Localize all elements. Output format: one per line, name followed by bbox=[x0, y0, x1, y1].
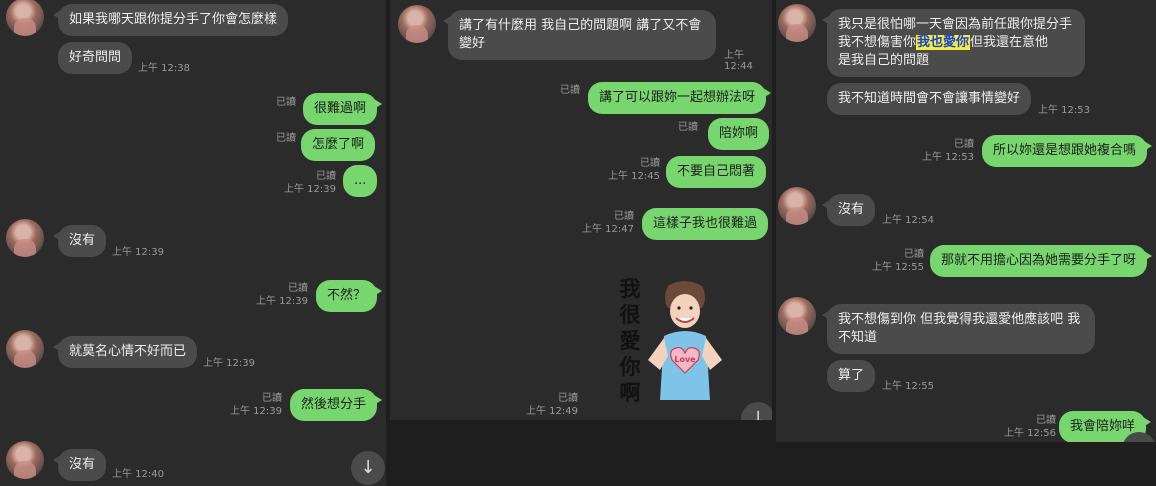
timestamp: 上午 12:39 bbox=[284, 184, 336, 195]
incoming-message[interactable]: 如果我哪天跟你提分手了你會怎麼樣 bbox=[52, 4, 289, 36]
read-label: 已讀 bbox=[316, 171, 336, 182]
read-label: 已讀 bbox=[1036, 415, 1056, 426]
contact-avatar[interactable] bbox=[398, 5, 436, 43]
read-receipt: 已讀上午 12:55 bbox=[864, 248, 924, 274]
timestamp: 上午 12:39 bbox=[112, 247, 164, 258]
scroll-to-bottom-button[interactable]: ↓ bbox=[351, 451, 385, 485]
contact-avatar[interactable] bbox=[6, 219, 44, 257]
timestamp: 上午 12:54 bbox=[882, 215, 934, 226]
contact-avatar[interactable] bbox=[778, 4, 816, 42]
panel-gap bbox=[776, 442, 1156, 486]
read-receipt: 已讀上午 12:39 bbox=[220, 392, 282, 418]
timestamp: 上午 12:53 bbox=[1038, 105, 1090, 116]
read-receipt: 已讀上午 12:56 bbox=[996, 414, 1056, 440]
incoming-message[interactable]: 我不知道時間會不會讓事情變好 bbox=[827, 83, 1032, 115]
read-label: 已讀 bbox=[954, 139, 974, 150]
timestamp: 上午 12:49 bbox=[526, 406, 578, 417]
sticker-char: 我 bbox=[620, 278, 641, 301]
timestamp: 上午 12:39 bbox=[230, 406, 282, 417]
read-receipt: 已讀上午 12:39 bbox=[246, 282, 308, 308]
sticker-char: 你 bbox=[619, 354, 641, 379]
outgoing-message[interactable]: 很難過啊 bbox=[303, 93, 383, 125]
read-receipt: 已讀上午 12:53 bbox=[914, 138, 974, 164]
timestamp: 上午 12:45 bbox=[608, 171, 660, 182]
read-receipt: 已讀上午 12:39 bbox=[274, 170, 336, 196]
read-receipt: 已讀 bbox=[262, 132, 296, 145]
read-label: 已讀 bbox=[904, 249, 924, 260]
incoming-message[interactable]: 沒有 bbox=[52, 449, 107, 481]
message-text: 但我還在意他 bbox=[970, 35, 1049, 50]
chat-panel-1[interactable]: 如果我哪天跟你提分手了你會怎麼樣 好奇問問 上午 12:38 已讀 很難過啊 已… bbox=[0, 0, 386, 486]
read-label: 已讀 bbox=[262, 393, 282, 404]
contact-avatar[interactable] bbox=[778, 297, 816, 335]
outgoing-message[interactable]: ... bbox=[343, 165, 377, 197]
read-label: 已讀 bbox=[558, 393, 578, 404]
incoming-message[interactable]: 好奇問問 bbox=[58, 42, 133, 74]
read-label: 已讀 bbox=[288, 283, 308, 294]
outgoing-message[interactable]: 這樣子我也很難過 bbox=[642, 208, 769, 240]
sticker-char: 愛 bbox=[620, 328, 641, 353]
chat-panel-3[interactable]: 我只是很怕哪一天會因為前任跟你提分手 我不想傷害你我也愛你但我還在意他 是我自己… bbox=[776, 0, 1156, 486]
message-text: 我不想傷害你 bbox=[838, 35, 917, 50]
read-receipt: 已讀上午 12:45 bbox=[600, 157, 660, 183]
sticker-char: 啊 bbox=[620, 380, 641, 403]
outgoing-message[interactable]: 那就不用擔心因為她需要分手了呀 bbox=[930, 245, 1153, 277]
timestamp: 上午 12:47 bbox=[582, 224, 634, 235]
timestamp: 上午 12:39 bbox=[203, 358, 255, 369]
sticker-char: 很 bbox=[620, 302, 641, 327]
chat-panel-2[interactable]: 講了有什麼用 我自己的問題啊 講了又不會變好 上午 12:44 已讀 講了可以跟… bbox=[390, 0, 772, 486]
outgoing-message[interactable]: 陪妳啊 bbox=[708, 118, 770, 150]
outgoing-message[interactable]: 所以妳還是想跟她複合嗎 bbox=[982, 135, 1153, 167]
read-receipt: 已讀 bbox=[262, 96, 296, 109]
read-label: 已讀 bbox=[640, 158, 660, 169]
highlighted-text: 我也愛你 bbox=[916, 35, 971, 50]
timestamp: 上午 12:38 bbox=[138, 63, 190, 74]
read-receipt: 已讀 bbox=[550, 84, 580, 97]
incoming-message[interactable]: 沒有 bbox=[52, 225, 107, 257]
read-receipt: 已讀 bbox=[668, 121, 698, 134]
shirt-text: Love bbox=[674, 355, 696, 364]
incoming-message[interactable]: 講了有什麼用 我自己的問題啊 講了又不會變好 bbox=[443, 10, 716, 60]
outgoing-message[interactable]: 不然？ bbox=[316, 280, 383, 312]
timestamp: 上午 12:39 bbox=[256, 296, 308, 307]
read-label: 已讀 bbox=[276, 133, 296, 144]
incoming-message[interactable]: 我只是很怕哪一天會因為前任跟你提分手 我不想傷害你我也愛你但我還在意他 是我自己… bbox=[822, 9, 1085, 77]
love-sticker[interactable]: 我 很 愛 你 啊 Love bbox=[616, 278, 726, 403]
incoming-message[interactable]: 就莫名心情不好而已 bbox=[52, 336, 198, 368]
timestamp: 上午 12:44 bbox=[724, 50, 753, 72]
contact-avatar[interactable] bbox=[6, 330, 44, 368]
outgoing-message[interactable]: 講了可以跟妳一起想辦法呀 bbox=[588, 82, 772, 114]
read-label: 已讀 bbox=[614, 211, 634, 222]
incoming-message[interactable]: 沒有 bbox=[821, 194, 876, 226]
outgoing-message[interactable]: 不要自己悶著 bbox=[666, 156, 767, 188]
contact-avatar[interactable] bbox=[6, 0, 44, 36]
timestamp: 上午 12:40 bbox=[112, 469, 164, 480]
timestamp: 上午 12:53 bbox=[922, 152, 974, 163]
contact-avatar[interactable] bbox=[778, 187, 816, 225]
timestamp: 上午 12:55 bbox=[872, 262, 924, 273]
message-text: 我只是很怕哪一天會因為前任跟你提分手 bbox=[838, 17, 1073, 32]
outgoing-message[interactable]: 怎麼了啊 bbox=[301, 129, 376, 161]
read-label: 已讀 bbox=[678, 122, 698, 133]
read-label: 已讀 bbox=[560, 85, 580, 96]
outgoing-message[interactable]: 然後想分手 bbox=[290, 389, 383, 421]
arrow-down-icon: ↓ bbox=[360, 457, 376, 478]
message-text: 是我自己的問題 bbox=[838, 53, 930, 68]
incoming-message[interactable]: 算了 bbox=[827, 360, 876, 392]
timestamp: 上午 12:56 bbox=[1004, 428, 1056, 439]
read-receipt: 已讀上午 12:49 bbox=[516, 392, 578, 418]
contact-avatar[interactable] bbox=[6, 441, 44, 479]
read-receipt: 已讀上午 12:47 bbox=[574, 210, 634, 236]
panel-gap bbox=[390, 420, 772, 486]
timestamp: 上午 12:55 bbox=[882, 381, 934, 392]
incoming-message[interactable]: 我不想傷到你 但我覺得我還愛他應該吧 我不知道 bbox=[822, 304, 1095, 354]
read-label: 已讀 bbox=[276, 97, 296, 108]
